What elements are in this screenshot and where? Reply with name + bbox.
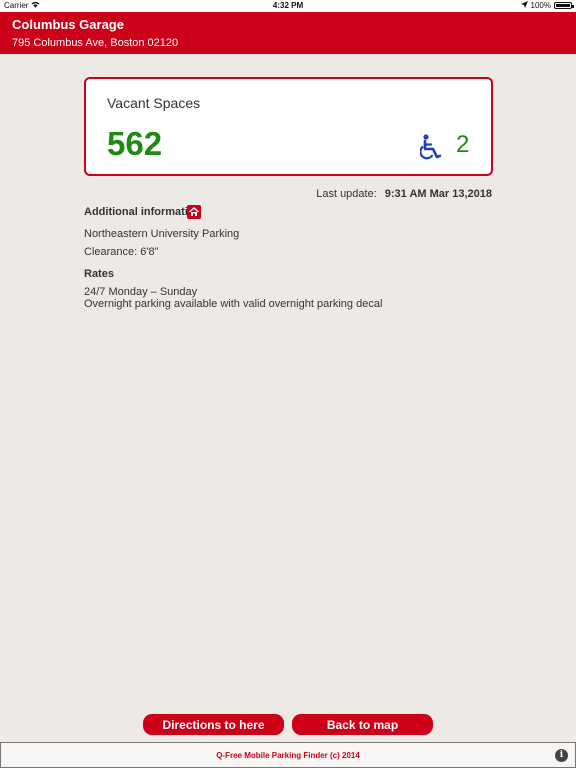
rates-title: Rates — [84, 268, 114, 280]
wheelchair-icon — [419, 134, 442, 160]
info-line-2: Clearance: 6'8" — [84, 246, 159, 258]
garage-title: Columbus Garage — [12, 17, 124, 32]
status-right: 100% — [520, 1, 574, 10]
last-update: Last update: 9:31 AM Mar 13,2018 — [316, 188, 492, 200]
last-update-value: 9:31 AM Mar 13,2018 — [384, 188, 492, 200]
vacant-spaces-count: 562 — [107, 125, 163, 162]
garage-address: 795 Columbus Ave, Boston 02120 — [12, 37, 179, 49]
footer-copyright: Q-Free Mobile Parking Finder (c) 2014 — [216, 751, 360, 760]
additional-info-title: Additional information — [84, 206, 202, 218]
footer-bar: Q-Free Mobile Parking Finder (c) 2014 i — [0, 742, 576, 768]
info-line-1: Northeastern University Parking — [84, 228, 240, 240]
battery-percent: 100% — [530, 1, 551, 10]
status-bar: Carrier 4:32 PM 100% — [0, 0, 576, 12]
battery-icon — [554, 2, 574, 9]
info-icon[interactable]: i — [555, 749, 568, 762]
rates-line-1: 24/7 Monday – Sunday — [84, 286, 198, 298]
accessible-spaces-count: 2 — [456, 131, 470, 158]
directions-button[interactable]: Directions to here — [143, 714, 284, 735]
rates-line-2: Overnight parking available with valid o… — [84, 298, 383, 310]
home-icon[interactable] — [187, 205, 201, 219]
last-update-label: Last update: — [316, 188, 377, 200]
vacant-spaces-label: Vacant Spaces — [107, 95, 201, 111]
vacancy-card: Vacant Spaces 562 2 — [84, 77, 493, 176]
header-bar: Columbus Garage 795 Columbus Ave, Boston… — [0, 12, 576, 54]
location-arrow-icon — [520, 1, 528, 10]
back-to-map-button[interactable]: Back to map — [292, 714, 433, 735]
status-time: 4:32 PM — [272, 1, 304, 10]
